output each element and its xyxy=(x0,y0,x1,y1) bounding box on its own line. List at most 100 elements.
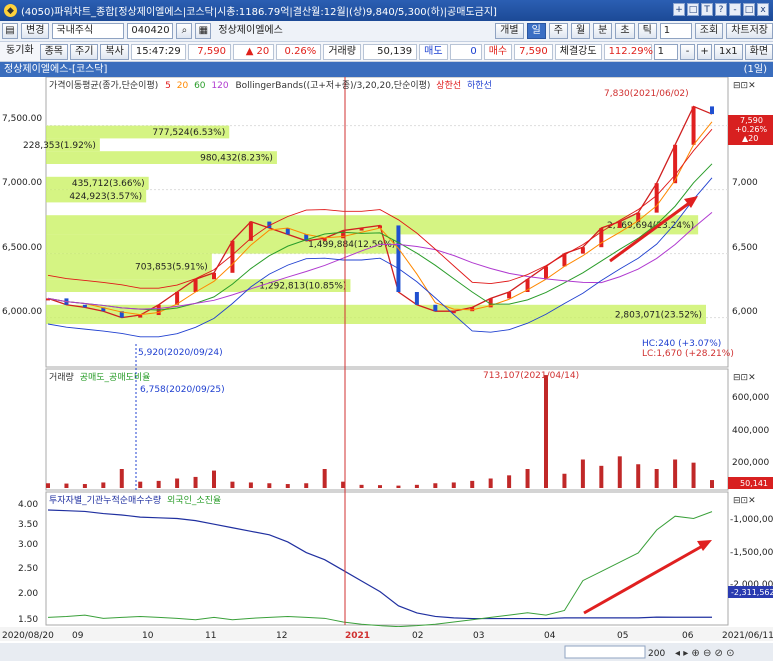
tab-copy[interactable]: 복사 xyxy=(100,43,129,60)
help-button[interactable]: ? xyxy=(715,3,727,16)
badge-price: 7,590 xyxy=(740,116,763,125)
scroll-thumb[interactable] xyxy=(564,645,646,659)
chart-title-bar: 정상제이엘에스-[코스닥] (1일) xyxy=(0,62,773,77)
volume-bar xyxy=(451,482,456,488)
tab-period[interactable]: 주기 xyxy=(70,43,99,60)
low-annotation: 5,920(2020/09/24) xyxy=(138,348,223,358)
lc-annotation: LC:1,670 (+28.21%) xyxy=(642,349,734,359)
volume-bar xyxy=(525,469,530,488)
count-select[interactable]: 1 xyxy=(653,43,679,60)
maximize-button[interactable]: □ xyxy=(743,3,755,16)
x-tick-label: 2021 xyxy=(345,631,370,641)
plus-button[interactable]: + xyxy=(697,43,712,60)
calculator-icon[interactable]: ▦ xyxy=(195,23,212,39)
x-tick-label: 11 xyxy=(205,631,216,641)
volume-bar xyxy=(673,459,678,488)
volume-bar xyxy=(414,484,419,488)
volume-bar xyxy=(378,485,382,488)
inv-tick-3.00: 3.00 xyxy=(18,540,38,550)
volume-bar xyxy=(710,480,714,488)
tab-stock[interactable]: 종목 xyxy=(39,43,69,60)
screen-button[interactable]: 화면 xyxy=(744,43,773,60)
lookup-button[interactable]: 조회 xyxy=(694,23,724,39)
x-tick-label: 2021/06/11 xyxy=(722,631,773,641)
code-input[interactable]: 040420 xyxy=(127,23,174,39)
inv-tick-4.00: 4.00 xyxy=(18,500,38,510)
quote-bar: 동기화 종목 주기 복사 15:47:29 7,590 ▲ 20 0.26% 거… xyxy=(0,42,773,62)
candle xyxy=(710,106,714,115)
zoom-controls[interactable]: ◂ ▸ ⊕ ⊖ ⊘ ⊙ xyxy=(675,648,734,659)
period-day[interactable]: 일 xyxy=(526,23,546,39)
volume-tick-600k: 600,000 xyxy=(732,393,769,403)
volume-profile-label: 2,803,071(23.52%) xyxy=(615,310,702,320)
window-titlebar: ◆ (4050)파워차트_종합[정상제이엘에스|코스닥|시총:1186.79억|… xyxy=(0,0,773,21)
volume-bar xyxy=(267,483,272,488)
price-legend: 가격이동평균(종가,단순이평) 5 20 60 120 BollingerBan… xyxy=(49,79,492,91)
price-tick-right-6500: 6,500 xyxy=(732,243,758,253)
app-icon: ◆ xyxy=(4,4,17,17)
price-tick-6500: 6,500.00 xyxy=(2,243,42,253)
hc-annotation: HC:240 (+3.07%) xyxy=(642,339,721,349)
volume-bar xyxy=(285,484,290,488)
volume-bar xyxy=(359,484,364,488)
period-month[interactable]: 월 xyxy=(570,23,591,39)
candle xyxy=(580,247,585,254)
market-select[interactable]: 국내주식 xyxy=(52,23,125,39)
volume-legend: 거래량 공매도_공매도비율 xyxy=(49,371,150,383)
volume-bar xyxy=(64,483,69,488)
x-tick-label: 02 xyxy=(412,631,423,641)
x-tick-label: 2020/08/20 xyxy=(2,631,54,641)
pin-button[interactable]: + xyxy=(673,3,685,16)
x-tick-label: 05 xyxy=(617,631,628,641)
text-button[interactable]: T xyxy=(701,3,713,16)
change-button[interactable]: 변경 xyxy=(21,23,50,39)
menu-icon[interactable]: ▤ xyxy=(2,23,18,39)
volume-bar xyxy=(470,480,475,488)
x-tick-label: 10 xyxy=(142,631,154,641)
period-minute[interactable]: 분 xyxy=(593,23,613,39)
x-tick-label: 03 xyxy=(473,631,484,641)
investor-panel xyxy=(45,491,729,626)
close-button[interactable]: x xyxy=(757,3,769,16)
volume-bar xyxy=(507,475,512,488)
candle xyxy=(230,240,235,273)
layout-1x1-button[interactable]: 1x1 xyxy=(713,43,743,60)
tick-count-select[interactable]: 1 xyxy=(659,23,692,39)
inv-tick-r-1.5m: -1,500,000 xyxy=(730,548,773,558)
inv-tick-2.00: 2.00 xyxy=(18,589,38,599)
volume-panel-controls[interactable]: ⊟⊡✕ xyxy=(733,373,756,383)
high-annotation: 7,830(2021/06/02) xyxy=(604,89,689,99)
volume-bar xyxy=(636,464,641,488)
chart-save-button[interactable]: 차트저장 xyxy=(726,23,773,39)
chart-area[interactable]: 777,524(6.53%) 228,353(1.92%) 980,432(8.23… xyxy=(0,77,773,661)
price-tick-7500: 7,500.00 xyxy=(2,114,42,124)
candle xyxy=(359,228,364,231)
bid-value: 7,590 xyxy=(514,43,553,60)
period-individual[interactable]: 개별 xyxy=(495,23,524,39)
candle xyxy=(193,279,198,292)
minus-button[interactable]: - xyxy=(680,43,696,60)
stock-name: 정상제이엘에스 xyxy=(218,25,283,36)
volume-bar xyxy=(396,485,401,488)
bid-label: 매수 xyxy=(483,43,513,60)
candle xyxy=(414,292,419,305)
period-week[interactable]: 주 xyxy=(548,23,568,39)
x-tick-label: 04 xyxy=(544,631,556,641)
period-second[interactable]: 초 xyxy=(615,23,635,39)
investor-panel-controls[interactable]: ⊟⊡✕ xyxy=(733,496,756,506)
period-tick[interactable]: 틱 xyxy=(637,23,657,39)
price-panel-controls[interactable]: ⊟⊡✕ xyxy=(733,81,756,91)
investor-legend: 투자자별_기관누적순매수수량 외국인_소진율 xyxy=(49,494,221,506)
quote-volume: 50,139 xyxy=(362,43,418,60)
search-icon[interactable]: ⌕ xyxy=(176,23,193,39)
minimize-button[interactable]: - xyxy=(729,3,741,16)
ask-value: 0 xyxy=(449,43,482,60)
volume-tick-200k: 200,000 xyxy=(732,458,769,468)
candle xyxy=(212,272,216,280)
layout-button[interactable]: □ xyxy=(687,3,699,16)
inv-tick-r-1m: -1,000,000 xyxy=(730,515,773,525)
volume-profile-label: 777,524(6.53%) xyxy=(152,128,225,138)
window-title: (4050)파워차트_종합[정상제이엘에스|코스닥|시총:1186.79억|결산… xyxy=(21,7,497,18)
volume-profile-label: 424,923(3.57%) xyxy=(69,192,142,202)
candle xyxy=(396,225,401,292)
